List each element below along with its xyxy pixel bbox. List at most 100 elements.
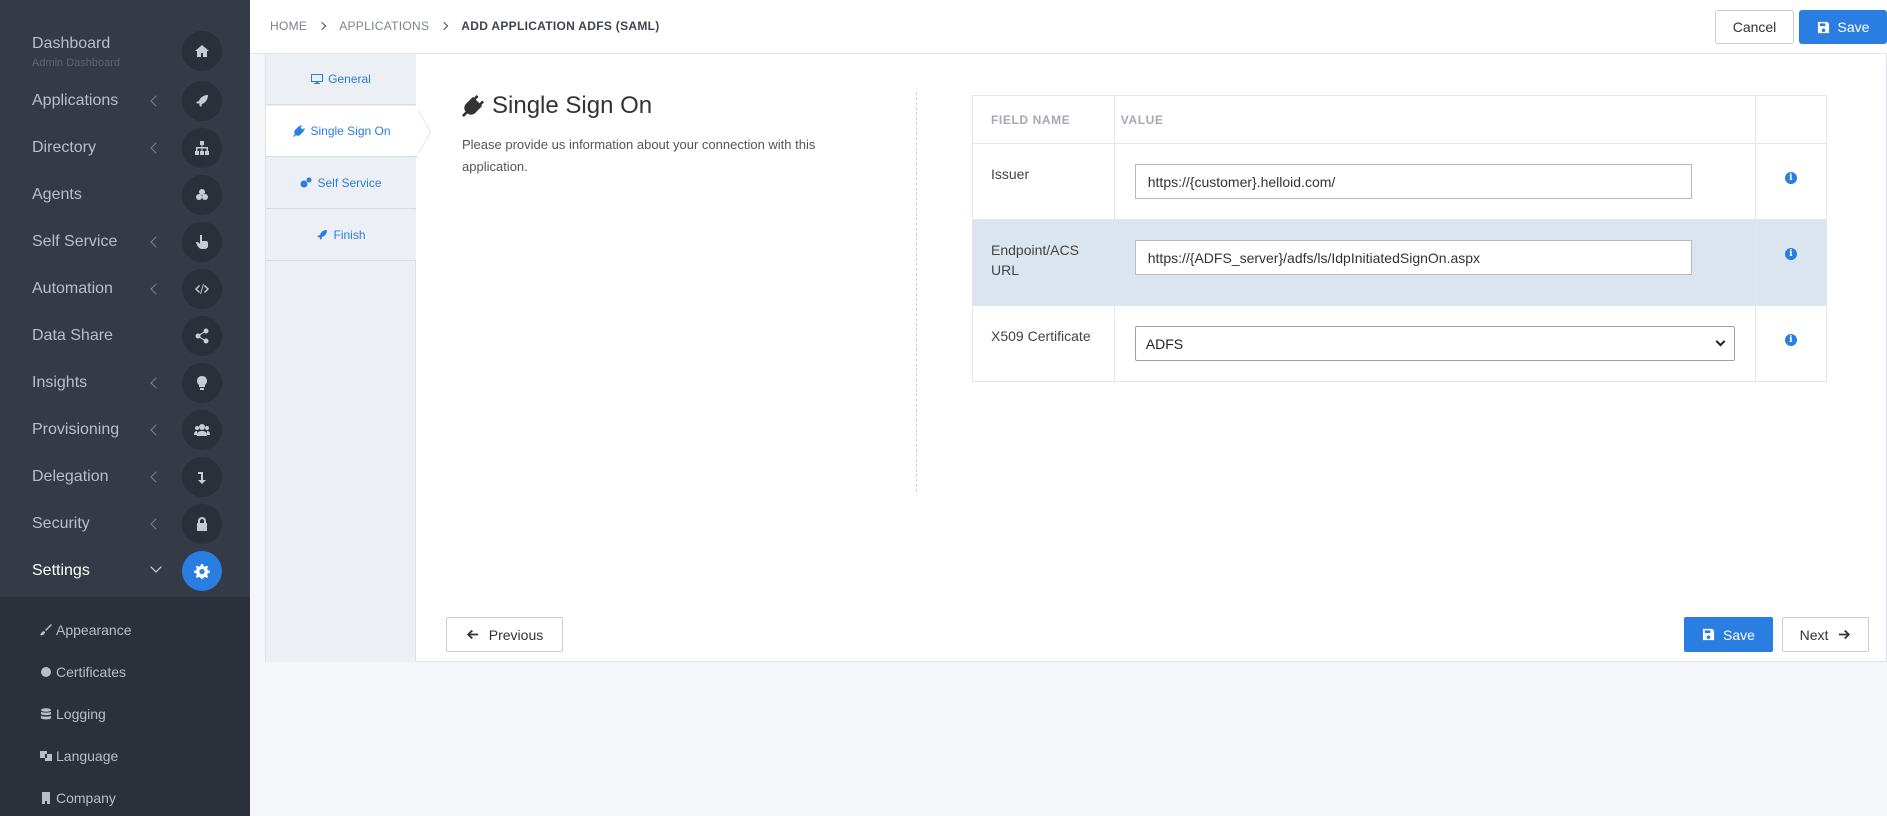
breadcrumb-home[interactable]: HOME — [270, 19, 307, 33]
level-down-icon — [182, 457, 222, 497]
submenu-item-appearance[interactable]: Appearance — [40, 619, 132, 641]
field-value-cell: ADFS — [1113, 305, 1756, 382]
wizard-step-label: Finish — [333, 228, 366, 242]
wizard-step-single-sign-on[interactable]: Single Sign On — [266, 106, 418, 157]
arrow-left-icon — [466, 629, 478, 640]
sidebar-item-label: Self Service — [32, 233, 118, 250]
building-icon — [42, 792, 50, 804]
hand-pointer-icon — [182, 222, 222, 262]
cancel-button-label: Cancel — [1732, 19, 1777, 35]
rocket-icon — [317, 230, 328, 240]
sidebar-item-label: Insights — [32, 374, 88, 391]
sidebar-item-self-service[interactable]: Self Service — [0, 218, 250, 265]
sidebar-item-automation[interactable]: Automation — [0, 265, 250, 312]
sidebar-item-security[interactable]: Security — [0, 500, 250, 547]
language-icon — [40, 751, 52, 761]
save-icon — [1817, 21, 1829, 33]
field-name-x509: X509 Certificate — [972, 305, 1115, 382]
previous-button[interactable]: Previous — [446, 617, 563, 652]
sidebar: Dashboard Admin Dashboard Applications D… — [0, 0, 250, 816]
submenu-item-label: Appearance — [56, 622, 132, 638]
lock-icon — [182, 504, 222, 544]
info-icon[interactable]: i — [1784, 334, 1797, 346]
info-icon[interactable]: i — [1784, 172, 1797, 184]
endpoint-acs-url-input[interactable]: https://{ADFS_server}/adfs/ls/IdpInitiat… — [1134, 240, 1692, 275]
chevron-left-icon — [150, 518, 162, 530]
wizard-step-general[interactable]: General — [266, 54, 416, 105]
sitemap-icon — [182, 128, 222, 168]
info-cell: i — [1754, 143, 1828, 220]
save-button-bottom[interactable]: Save — [1684, 617, 1773, 652]
breadcrumb-current: ADD APPLICATION ADFS (SAML) — [461, 19, 660, 33]
sidebar-item-delegation[interactable]: Delegation — [0, 453, 250, 500]
chevron-left-icon — [150, 142, 162, 154]
sidebar-item-directory[interactable]: Directory — [0, 124, 250, 171]
paint-brush-icon — [40, 624, 52, 636]
section-title: Single Sign On — [462, 92, 652, 120]
submenu-item-label: Company — [56, 790, 116, 806]
submenu-item-company[interactable]: Company — [40, 787, 116, 809]
sidebar-item-label: Dashboard — [32, 35, 111, 52]
section-title-text: Single Sign On — [492, 92, 653, 119]
database-icon — [41, 708, 51, 720]
next-button-label: Next — [1799, 626, 1829, 643]
issuer-input[interactable]: https://{customer}.helloid.com/ — [1134, 164, 1692, 199]
sidebar-item-provisioning[interactable]: Provisioning — [0, 406, 250, 453]
save-icon — [1702, 628, 1715, 641]
next-button[interactable]: Next — [1782, 617, 1869, 652]
submenu-item-label: Certificates — [56, 664, 127, 680]
arrow-right-icon — [1839, 629, 1851, 640]
breadcrumb-applications[interactable]: APPLICATIONS — [339, 19, 429, 33]
sidebar-item-label: Delegation — [32, 468, 109, 485]
divider — [916, 92, 917, 492]
home-icon — [182, 31, 222, 71]
topbar: HOME APPLICATIONS ADD APPLICATION ADFS (… — [250, 0, 1887, 54]
sidebar-item-insights[interactable]: Insights — [0, 359, 250, 406]
chevron-left-icon — [150, 424, 162, 436]
save-button-top[interactable]: Save — [1799, 10, 1887, 44]
table-row: Endpoint/ACS URL https://{ADFS_server}/a… — [972, 219, 1828, 306]
save-button-label: Save — [1723, 626, 1755, 643]
x509-certificate-select[interactable]: ADFS — [1134, 326, 1735, 361]
chevron-left-icon — [150, 471, 162, 483]
table-header-row: FIELD NAME VALUE — [972, 95, 1828, 144]
plug-icon — [462, 95, 484, 117]
chevron-left-icon — [150, 95, 162, 107]
field-value-cell: https://{customer}.helloid.com/ — [1113, 143, 1756, 220]
sidebar-item-label: Settings — [32, 562, 90, 579]
chevron-right-icon — [440, 21, 449, 31]
field-name-issuer: Issuer — [972, 143, 1115, 220]
sidebar-item-applications[interactable]: Applications — [0, 77, 250, 124]
wizard-step-self-service[interactable]: Self Service — [266, 158, 416, 209]
chevron-left-icon — [150, 283, 162, 295]
submenu-item-label: Language — [56, 748, 119, 764]
wizard-step-label: Single Sign On — [310, 124, 391, 138]
rocket-icon — [182, 81, 222, 121]
wizard-steps: General Single Sign On Self Service Fini… — [266, 54, 431, 662]
table-row: Issuer https://{customer}.helloid.com/ i — [972, 143, 1828, 220]
submenu-item-certificates[interactable]: Certificates — [40, 661, 126, 683]
wizard-step-finish[interactable]: Finish — [266, 210, 416, 261]
main-card: General Single Sign On Self Service Fini… — [265, 54, 1887, 662]
wizard-step-label: Self Service — [317, 176, 382, 190]
sidebar-item-label: Security — [32, 515, 90, 532]
cogs-icon — [300, 177, 312, 188]
share-icon — [182, 316, 222, 356]
submenu-item-language[interactable]: Language — [40, 745, 118, 767]
chevron-left-icon — [150, 377, 162, 389]
column-header-value: VALUE — [1113, 95, 1756, 144]
sidebar-item-settings[interactable]: Settings — [0, 547, 250, 594]
chevron-down-icon — [150, 561, 162, 573]
info-icon[interactable]: i — [1784, 248, 1797, 260]
submenu-item-logging[interactable]: Logging — [40, 703, 106, 725]
sidebar-item-label: Provisioning — [32, 421, 120, 438]
desktop-icon — [311, 74, 324, 84]
sidebar-item-agents[interactable]: Agents — [0, 171, 250, 218]
sidebar-item-data-share[interactable]: Data Share — [0, 312, 250, 359]
info-cell: i — [1754, 305, 1828, 382]
cancel-button[interactable]: Cancel — [1715, 10, 1794, 44]
wizard-step-label: General — [328, 72, 371, 86]
sidebar-item-dashboard[interactable]: Dashboard Admin Dashboard — [0, 20, 250, 71]
sidebar-item-sublabel: Admin Dashboard — [32, 57, 121, 69]
network-icon — [182, 175, 222, 215]
